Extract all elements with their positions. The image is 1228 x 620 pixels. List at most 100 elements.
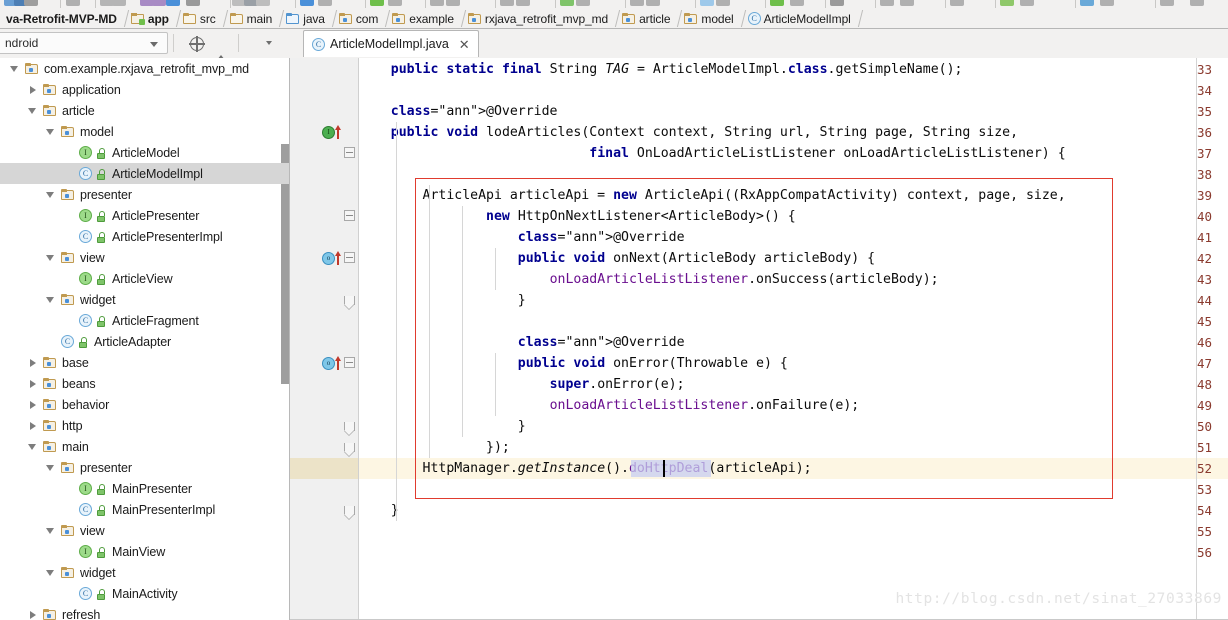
- tree-item-presenter[interactable]: presenter: [0, 184, 289, 205]
- sync-icon[interactable]: [1100, 0, 1114, 6]
- chevron-down-icon[interactable]: [266, 41, 272, 45]
- code-line[interactable]: });: [359, 437, 510, 458]
- undo-icon[interactable]: [516, 0, 530, 6]
- breadcrumb-item-rxjava-retrofit-mvp-md[interactable]: rxjava_retrofit_mvp_md: [465, 9, 610, 28]
- sync-icon[interactable]: [188, 35, 206, 53]
- overriding-method-marker[interactable]: o: [322, 356, 344, 370]
- tree-item-beans[interactable]: beans: [0, 373, 289, 394]
- chevron-right-icon[interactable]: [26, 356, 39, 369]
- chevron-down-icon[interactable]: [44, 293, 57, 306]
- code-line[interactable]: public void onError(Throwable e) {: [359, 353, 788, 374]
- overriding-method-marker[interactable]: o: [322, 251, 344, 265]
- code-line[interactable]: public static final String TAG = Article…: [359, 59, 963, 80]
- breadcrumb-item-java[interactable]: java: [283, 9, 327, 28]
- project-tree[interactable]: com.example.rxjava_retrofit_mvp_md applic…: [0, 58, 289, 620]
- code-fold-toggle[interactable]: [344, 147, 355, 160]
- open-icon[interactable]: [430, 0, 444, 6]
- tree-item-articleview[interactable]: I ArticleView: [0, 268, 289, 289]
- breadcrumb-item-va-retrofit-mvp-md[interactable]: va-Retrofit-MVP-MD: [0, 9, 119, 28]
- tree-item-mainpresenterimpl[interactable]: C MainPresenterImpl: [0, 499, 289, 520]
- tree-item-widget[interactable]: widget: [0, 289, 289, 310]
- redo-icon[interactable]: [1190, 0, 1204, 6]
- paste-icon[interactable]: [646, 0, 660, 6]
- tree-item-mainactivity[interactable]: C MainActivity: [0, 583, 289, 604]
- back-icon[interactable]: [186, 0, 200, 6]
- code-fold-toggle[interactable]: [344, 420, 355, 433]
- module-selector[interactable]: ndroid: [0, 32, 168, 54]
- tree-item-articlepresenterimpl[interactable]: C ArticlePresenterImpl: [0, 226, 289, 247]
- code-fold-toggle[interactable]: [344, 504, 355, 517]
- editor-gutter[interactable]: [290, 58, 358, 620]
- tree-item-widget[interactable]: widget: [0, 562, 289, 583]
- code-line[interactable]: class="ann">@Override: [359, 227, 685, 248]
- breadcrumb-item-src[interactable]: src: [180, 9, 218, 28]
- code-line[interactable]: }: [359, 416, 526, 437]
- undo-icon[interactable]: [66, 0, 80, 6]
- open-icon[interactable]: [1020, 0, 1034, 6]
- code-line[interactable]: super.onError(e);: [359, 374, 685, 395]
- chevron-down-icon[interactable]: [44, 524, 57, 537]
- code-fold-toggle[interactable]: [344, 252, 355, 265]
- cut-icon[interactable]: [112, 0, 126, 6]
- chevron-right-icon[interactable]: [26, 608, 39, 620]
- run-icon[interactable]: [830, 0, 844, 6]
- copy-icon[interactable]: [630, 0, 644, 6]
- chevron-down-icon[interactable]: [26, 440, 39, 453]
- tree-item-com-example-rxjava-retrofit-mvp-md[interactable]: com.example.rxjava_retrofit_mvp_md: [0, 58, 289, 79]
- implementing-method-marker[interactable]: I: [322, 125, 344, 139]
- chevron-down-icon[interactable]: [44, 461, 57, 474]
- code-fold-toggle[interactable]: [344, 294, 355, 307]
- undo-icon[interactable]: [1160, 0, 1174, 6]
- code-editor[interactable]: Ioo 33 34 35 36 37 38 39 40 41 42 43 44 45 46 47 48 49 50…: [290, 58, 1228, 620]
- tree-item-refresh[interactable]: refresh: [0, 604, 289, 620]
- code-fold-toggle[interactable]: [344, 210, 355, 223]
- redo-icon[interactable]: [560, 0, 574, 6]
- sync-icon[interactable]: [24, 0, 38, 6]
- search-icon[interactable]: [388, 0, 402, 6]
- code-line[interactable]: }: [359, 500, 399, 521]
- cut-icon[interactable]: [576, 0, 590, 6]
- sdk-icon[interactable]: [370, 0, 384, 6]
- tree-item-articleadapter[interactable]: C ArticleAdapter: [0, 331, 289, 352]
- chevron-right-icon[interactable]: [26, 377, 39, 390]
- debug-icon[interactable]: [300, 0, 314, 6]
- debug-icon[interactable]: [880, 0, 894, 6]
- breadcrumb[interactable]: va-Retrofit-MVP-MD app src main java com examp…: [0, 9, 1228, 29]
- code-line[interactable]: HttpManager.getInstance().doHttpDeal(art…: [359, 458, 812, 479]
- tree-item-articlemodel[interactable]: I ArticleModel: [0, 142, 289, 163]
- chevron-down-icon[interactable]: [44, 566, 57, 579]
- code-line[interactable]: onLoadArticleListListener.onSuccess(arti…: [359, 269, 939, 290]
- code-line[interactable]: public void onNext(ArticleBody articleBo…: [359, 248, 875, 269]
- tree-item-view[interactable]: view: [0, 520, 289, 541]
- breadcrumb-item-article[interactable]: article: [619, 9, 672, 28]
- sync-icon[interactable]: [500, 0, 514, 6]
- chevron-down-icon[interactable]: [44, 125, 57, 138]
- code-line[interactable]: public void lodeArticles(Context context…: [359, 122, 1018, 143]
- avd-icon[interactable]: [318, 0, 332, 6]
- tree-item-mainpresenter[interactable]: I MainPresenter: [0, 478, 289, 499]
- avd-icon[interactable]: [900, 0, 914, 6]
- breadcrumb-item-com[interactable]: com: [336, 9, 380, 28]
- chevron-down-icon[interactable]: [44, 251, 57, 264]
- tree-item-mainview[interactable]: I MainView: [0, 541, 289, 562]
- back-icon[interactable]: [716, 0, 730, 6]
- save-icon[interactable]: [1080, 0, 1094, 6]
- search-icon[interactable]: [1000, 0, 1014, 6]
- code-fold-toggle[interactable]: [344, 441, 355, 454]
- code-line[interactable]: final OnLoadArticleListListener onLoadAr…: [359, 143, 1065, 164]
- tree-item-model[interactable]: model: [0, 121, 289, 142]
- chevron-down-icon[interactable]: [44, 188, 57, 201]
- compile-icon[interactable]: [790, 0, 804, 6]
- tree-item-http[interactable]: http: [0, 415, 289, 436]
- code-content[interactable]: public static final String TAG = Article…: [359, 58, 1228, 620]
- chevron-right-icon[interactable]: [26, 419, 39, 432]
- tree-item-article[interactable]: article: [0, 100, 289, 121]
- tab-article-model-impl[interactable]: C ArticleModelImpl.java ✕: [303, 30, 479, 57]
- tree-item-view[interactable]: view: [0, 247, 289, 268]
- tree-item-behavior[interactable]: behavior: [0, 394, 289, 415]
- chevron-right-icon[interactable]: [26, 398, 39, 411]
- chevron-down-icon[interactable]: [26, 104, 39, 117]
- code-line[interactable]: class="ann">@Override: [359, 101, 558, 122]
- find-icon[interactable]: [166, 0, 180, 6]
- chevron-right-icon[interactable]: [26, 83, 39, 96]
